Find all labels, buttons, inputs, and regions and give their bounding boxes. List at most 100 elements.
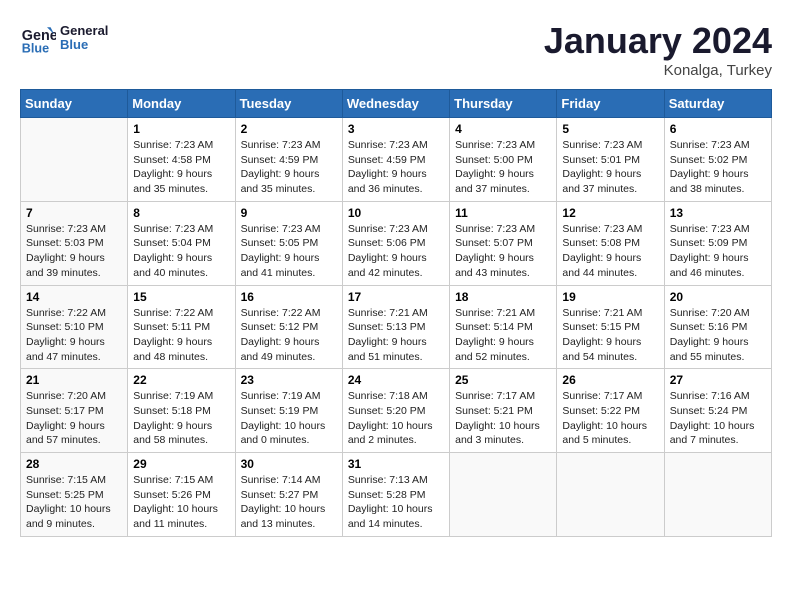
day-number: 24 (348, 373, 444, 387)
calendar-cell: 22Sunrise: 7:19 AMSunset: 5:18 PMDayligh… (128, 369, 235, 453)
day-info: Sunrise: 7:16 AMSunset: 5:24 PMDaylight:… (670, 389, 766, 448)
day-info: Sunrise: 7:15 AMSunset: 5:25 PMDaylight:… (26, 473, 122, 532)
day-number: 26 (562, 373, 658, 387)
col-header-friday: Friday (557, 90, 664, 118)
calendar-week-3: 21Sunrise: 7:20 AMSunset: 5:17 PMDayligh… (21, 369, 772, 453)
col-header-sunday: Sunday (21, 90, 128, 118)
calendar-cell: 10Sunrise: 7:23 AMSunset: 5:06 PMDayligh… (342, 201, 449, 285)
calendar-week-4: 28 Sunrise: 7:15 AMSunset: 5:25 PMDayligh… (21, 453, 772, 537)
day-number: 27 (670, 373, 766, 387)
day-number: 12 (562, 206, 658, 220)
day-number: 23 (241, 373, 337, 387)
day-number: 25 (455, 373, 551, 387)
calendar-cell (21, 118, 128, 202)
calendar-cell: 6Sunrise: 7:23 AMSunset: 5:02 PMDaylight… (664, 118, 771, 202)
day-info: Sunrise: 7:23 AMSunset: 5:05 PMDaylight:… (241, 222, 337, 281)
day-info: Sunrise: 7:23 AMSunset: 5:08 PMDaylight:… (562, 222, 658, 281)
calendar-cell: 29 Sunrise: 7:15 AMSunset: 5:26 PMDayligh… (128, 453, 235, 537)
calendar-cell: 30 Sunrise: 7:14 AMSunset: 5:27 PMDayligh… (235, 453, 342, 537)
calendar-cell: 11Sunrise: 7:23 AMSunset: 5:07 PMDayligh… (450, 201, 557, 285)
calendar-cell: 12 Sunrise: 7:23 AMSunset: 5:08 PMDayligh… (557, 201, 664, 285)
day-number: 9 (241, 206, 337, 220)
day-number: 28 (26, 457, 122, 471)
day-number: 29 (133, 457, 229, 471)
calendar-week-1: 7Sunrise: 7:23 AMSunset: 5:03 PMDaylight… (21, 201, 772, 285)
calendar-cell: 19Sunrise: 7:21 AMSunset: 5:15 PMDayligh… (557, 285, 664, 369)
day-info: Sunrise: 7:20 AMSunset: 5:16 PMDaylight:… (670, 306, 766, 365)
day-number: 15 (133, 290, 229, 304)
location-subtitle: Konalga, Turkey (544, 62, 772, 79)
day-info: Sunrise: 7:23 AMSunset: 4:58 PMDaylight:… (133, 138, 229, 197)
col-header-monday: Monday (128, 90, 235, 118)
calendar-cell: 25Sunrise: 7:17 AMSunset: 5:21 PMDayligh… (450, 369, 557, 453)
day-info: Sunrise: 7:19 AMSunset: 5:18 PMDaylight:… (133, 389, 229, 448)
calendar-cell (557, 453, 664, 537)
calendar-cell: 17 Sunrise: 7:21 AMSunset: 5:13 PMDayligh… (342, 285, 449, 369)
day-info: Sunrise: 7:23 AMSunset: 5:01 PMDaylight:… (562, 138, 658, 197)
day-number: 5 (562, 122, 658, 136)
calendar-cell: 28 Sunrise: 7:15 AMSunset: 5:25 PMDayligh… (21, 453, 128, 537)
calendar-cell: 24 Sunrise: 7:18 AMSunset: 5:20 PMDayligh… (342, 369, 449, 453)
day-info: Sunrise: 7:23 AMSunset: 5:04 PMDaylight:… (133, 222, 229, 281)
col-header-thursday: Thursday (450, 90, 557, 118)
day-info: Sunrise: 7:23 AMSunset: 4:59 PMDaylight:… (241, 138, 337, 197)
day-number: 8 (133, 206, 229, 220)
day-info: Sunrise: 7:21 AMSunset: 5:14 PMDaylight:… (455, 306, 551, 365)
day-number: 18 (455, 290, 551, 304)
calendar-cell (664, 453, 771, 537)
day-info: Sunrise: 7:21 AMSunset: 5:15 PMDaylight:… (562, 306, 658, 365)
day-info: Sunrise: 7:23 AMSunset: 5:00 PMDaylight:… (455, 138, 551, 197)
day-number: 14 (26, 290, 122, 304)
day-info: Sunrise: 7:14 AMSunset: 5:27 PMDaylight:… (241, 473, 337, 532)
day-info: Sunrise: 7:19 AMSunset: 5:19 PMDaylight:… (241, 389, 337, 448)
day-info: Sunrise: 7:17 AMSunset: 5:22 PMDaylight:… (562, 389, 658, 448)
logo: General Blue General Blue (20, 20, 108, 56)
col-header-tuesday: Tuesday (235, 90, 342, 118)
calendar-cell: 18 Sunrise: 7:21 AMSunset: 5:14 PMDayligh… (450, 285, 557, 369)
day-info: Sunrise: 7:15 AMSunset: 5:26 PMDaylight:… (133, 473, 229, 532)
calendar-cell (450, 453, 557, 537)
calendar-cell: 27 Sunrise: 7:16 AMSunset: 5:24 PMDayligh… (664, 369, 771, 453)
title-block: January 2024 Konalga, Turkey (544, 20, 772, 79)
calendar-cell: 20 Sunrise: 7:20 AMSunset: 5:16 PMDayligh… (664, 285, 771, 369)
page-header: General Blue General Blue January 2024 K… (20, 20, 772, 79)
calendar-cell: 16 Sunrise: 7:22 AMSunset: 5:12 PMDayligh… (235, 285, 342, 369)
day-number: 4 (455, 122, 551, 136)
calendar-cell: 3Sunrise: 7:23 AMSunset: 4:59 PMDaylight… (342, 118, 449, 202)
day-number: 20 (670, 290, 766, 304)
day-info: Sunrise: 7:21 AMSunset: 5:13 PMDaylight:… (348, 306, 444, 365)
day-number: 2 (241, 122, 337, 136)
col-header-saturday: Saturday (664, 90, 771, 118)
calendar-cell: 31 Sunrise: 7:13 AMSunset: 5:28 PMDayligh… (342, 453, 449, 537)
calendar-cell: 7Sunrise: 7:23 AMSunset: 5:03 PMDaylight… (21, 201, 128, 285)
day-number: 30 (241, 457, 337, 471)
day-info: Sunrise: 7:18 AMSunset: 5:20 PMDaylight:… (348, 389, 444, 448)
day-number: 16 (241, 290, 337, 304)
calendar-cell: 8 Sunrise: 7:23 AMSunset: 5:04 PMDaylight… (128, 201, 235, 285)
calendar-cell: 23 Sunrise: 7:19 AMSunset: 5:19 PMDayligh… (235, 369, 342, 453)
day-number: 13 (670, 206, 766, 220)
day-info: Sunrise: 7:20 AMSunset: 5:17 PMDaylight:… (26, 389, 122, 448)
calendar-table: SundayMondayTuesdayWednesdayThursdayFrid… (20, 89, 772, 537)
calendar-cell: 15Sunrise: 7:22 AMSunset: 5:11 PMDayligh… (128, 285, 235, 369)
day-info: Sunrise: 7:13 AMSunset: 5:28 PMDaylight:… (348, 473, 444, 532)
day-number: 11 (455, 206, 551, 220)
day-info: Sunrise: 7:23 AMSunset: 5:02 PMDaylight:… (670, 138, 766, 197)
calendar-cell: 21Sunrise: 7:20 AMSunset: 5:17 PMDayligh… (21, 369, 128, 453)
day-number: 17 (348, 290, 444, 304)
logo-general: General (60, 24, 108, 38)
day-info: Sunrise: 7:23 AMSunset: 4:59 PMDaylight:… (348, 138, 444, 197)
calendar-header: SundayMondayTuesdayWednesdayThursdayFrid… (21, 90, 772, 118)
calendar-cell: 4 Sunrise: 7:23 AMSunset: 5:00 PMDaylight… (450, 118, 557, 202)
calendar-week-0: 1Sunrise: 7:23 AMSunset: 4:58 PMDaylight… (21, 118, 772, 202)
calendar-cell: 14 Sunrise: 7:22 AMSunset: 5:10 PMDayligh… (21, 285, 128, 369)
day-info: Sunrise: 7:23 AMSunset: 5:09 PMDaylight:… (670, 222, 766, 281)
calendar-cell: 9 Sunrise: 7:23 AMSunset: 5:05 PMDaylight… (235, 201, 342, 285)
logo-icon: General Blue (20, 20, 56, 56)
svg-text:Blue: Blue (22, 41, 49, 55)
day-info: Sunrise: 7:22 AMSunset: 5:12 PMDaylight:… (241, 306, 337, 365)
calendar-cell: 2 Sunrise: 7:23 AMSunset: 4:59 PMDaylight… (235, 118, 342, 202)
day-number: 7 (26, 206, 122, 220)
day-info: Sunrise: 7:22 AMSunset: 5:10 PMDaylight:… (26, 306, 122, 365)
day-number: 31 (348, 457, 444, 471)
